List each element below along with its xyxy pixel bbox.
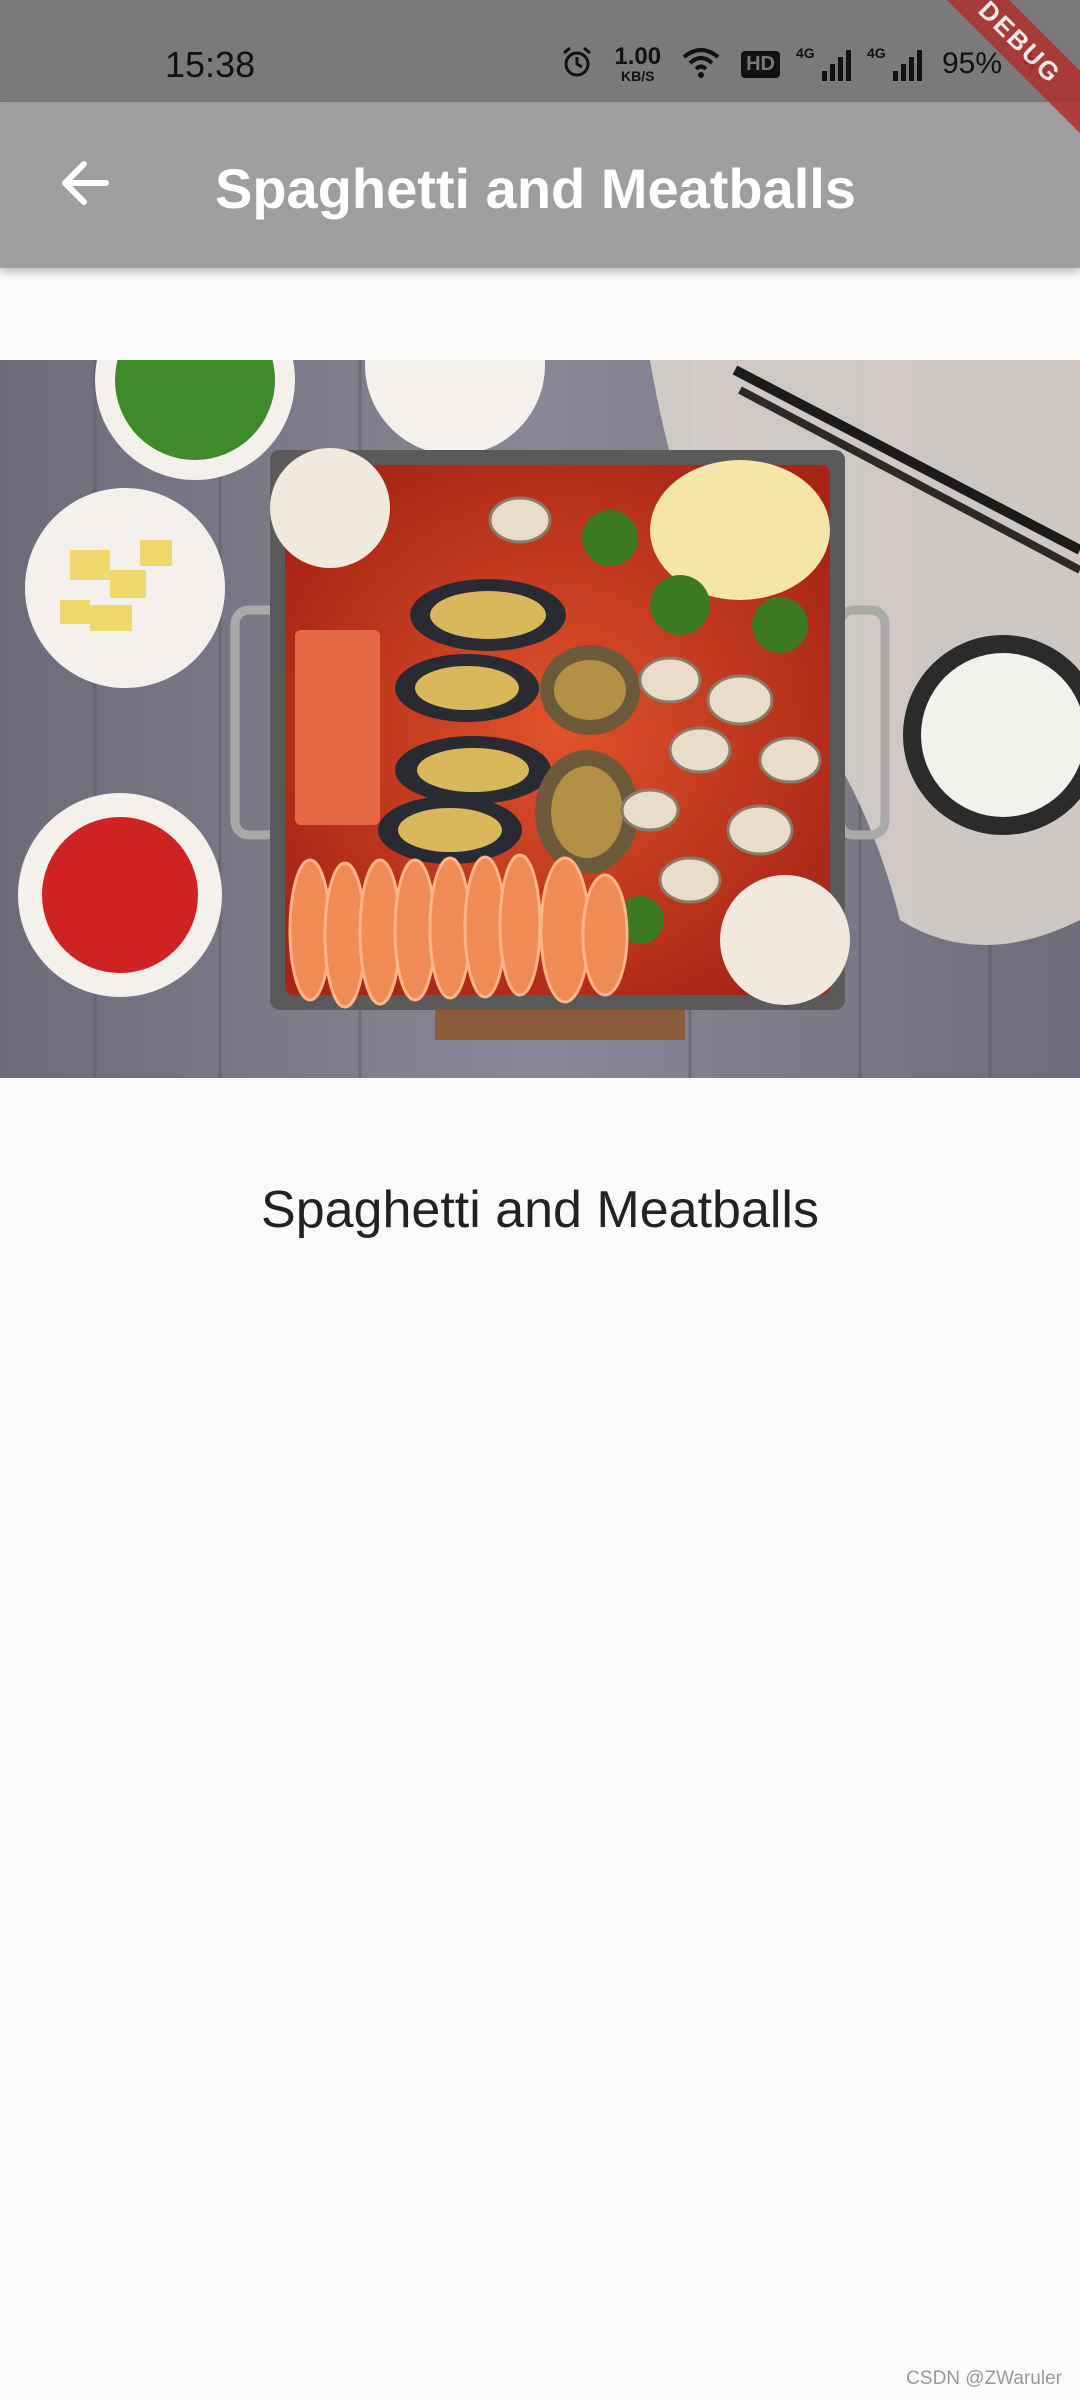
dish-name: Spaghetti and Meatballs	[261, 1181, 819, 1239]
page-title: Spaghetti and Meatballs	[215, 157, 856, 220]
net-speed-unit: KB/S	[620, 68, 655, 84]
wifi-icon	[681, 45, 721, 84]
status-bar: 15:38 1.00 KB/S HD 4G 4G 95%	[0, 0, 1080, 102]
status-time: 15:38	[165, 44, 256, 85]
status-icons: 1.00 KB/S HD 4G 4G 95%	[560, 44, 1040, 84]
net-speed-value: 1.00	[614, 43, 662, 70]
watermark: CSDN @ZWaruler	[906, 2368, 1062, 2389]
battery-level: 95%	[941, 47, 1002, 80]
hd-badge: HD	[741, 50, 780, 78]
app-bar: Spaghetti and Meatballs	[0, 102, 1080, 268]
signal-label-2: 4G	[866, 45, 886, 61]
net-speed: 1.00 KB/S	[614, 43, 662, 84]
signal-label: 4G	[795, 45, 815, 61]
signal-icon: 4G	[796, 45, 851, 81]
signal-icon-2: 4G	[867, 45, 922, 81]
food-image	[0, 360, 1080, 1078]
back-button[interactable]	[44, 145, 124, 225]
arrow-back-icon	[58, 157, 110, 214]
alarm-icon	[560, 45, 594, 84]
